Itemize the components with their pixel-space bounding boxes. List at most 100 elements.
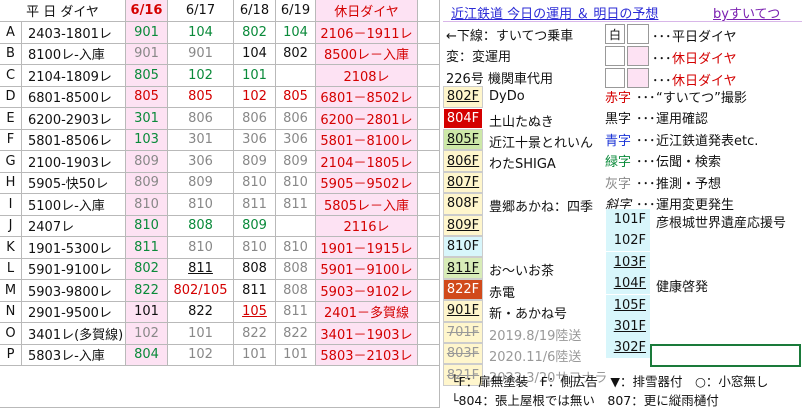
row-day-3[interactable]: 105 (234, 301, 276, 323)
row-day-4[interactable]: 104 (276, 22, 316, 44)
row-day-2[interactable]: 811 (168, 258, 234, 280)
row-day-1[interactable]: 301 (126, 108, 168, 130)
row-holiday[interactable]: 5905－9502レ (316, 172, 418, 194)
small-car-number[interactable]: 101F (606, 209, 650, 230)
row-train[interactable]: 5100レ-入庫 (22, 194, 126, 216)
small-car-number[interactable]: 104F (606, 273, 650, 295)
row-day-3[interactable]: 306 (234, 129, 276, 151)
car-number[interactable]: 901F (443, 300, 483, 322)
car-number[interactable]: 804F (443, 107, 483, 129)
row-day-2[interactable]: 802/105 (168, 280, 234, 302)
small-car-number[interactable]: 103F (606, 251, 650, 273)
row-day-3[interactable]: 810 (234, 172, 276, 194)
row-day-2[interactable]: 810 (168, 237, 234, 259)
car-number[interactable]: 807F (443, 171, 483, 194)
car-number[interactable]: 701F (443, 321, 483, 343)
small-car-number[interactable]: 301F (606, 316, 650, 337)
row-day-3[interactable]: 809 (234, 151, 276, 173)
row-day-3[interactable]: 809 (234, 215, 276, 237)
row-day-2[interactable]: 102 (168, 344, 234, 366)
car-number[interactable]: 803F (443, 343, 483, 365)
header-date-1[interactable]: 6/16 (126, 0, 168, 22)
row-day-3[interactable]: 810 (234, 237, 276, 259)
row-day-4[interactable]: 811 (276, 194, 316, 216)
row-train[interactable]: 2104-1809レ (22, 65, 126, 87)
row-holiday[interactable]: 2116レ (316, 215, 418, 237)
small-car-number[interactable]: 102F (606, 230, 650, 252)
row-holiday[interactable]: 2104－1805レ (316, 151, 418, 173)
car-number[interactable]: 811F (443, 257, 483, 279)
site-byline[interactable]: byすいてつ (713, 3, 780, 22)
row-day-1[interactable]: 822 (126, 280, 168, 302)
row-day-2[interactable]: 810 (168, 194, 234, 216)
row-day-3[interactable]: 811 (234, 280, 276, 302)
row-day-3[interactable]: 101 (234, 344, 276, 366)
row-day-2[interactable]: 805 (168, 86, 234, 108)
row-day-2[interactable]: 101 (168, 323, 234, 345)
row-day-1[interactable]: 810 (126, 194, 168, 216)
row-holiday[interactable]: 2108レ (316, 65, 418, 87)
row-train[interactable]: 5903-9800レ (22, 280, 126, 302)
row-holiday[interactable]: 8500レ－入庫 (316, 43, 418, 65)
row-day-4[interactable]: 810 (276, 237, 316, 259)
row-day-4[interactable]: 822 (276, 323, 316, 345)
row-day-2[interactable]: 822 (168, 301, 234, 323)
row-day-1[interactable]: 103 (126, 129, 168, 151)
row-train[interactable]: 3401レ(多賀線) (22, 323, 126, 345)
row-train[interactable]: 5803レ-入庫 (22, 344, 126, 366)
row-day-4[interactable]: 809 (276, 151, 316, 173)
row-day-2[interactable]: 102 (168, 65, 234, 87)
row-day-2[interactable]: 901 (168, 43, 234, 65)
car-number[interactable]: 802F (443, 86, 483, 108)
car-number[interactable]: 809F (443, 214, 483, 236)
row-holiday[interactable]: 5901－9100レ (316, 258, 418, 280)
row-day-1[interactable]: 805 (126, 86, 168, 108)
row-day-1[interactable]: 809 (126, 151, 168, 173)
row-holiday[interactable]: 6200－2801レ (316, 108, 418, 130)
row-holiday[interactable]: 2401－多賀線 (316, 301, 418, 323)
header-date-3[interactable]: 6/18 (234, 0, 276, 22)
row-day-4[interactable]: 805 (276, 86, 316, 108)
row-day-1[interactable]: 101 (126, 301, 168, 323)
row-train[interactable]: 1901-5300レ (22, 237, 126, 259)
row-holiday[interactable]: 1901－1915レ (316, 237, 418, 259)
row-holiday[interactable]: 6801－8502レ (316, 86, 418, 108)
row-holiday[interactable]: 3401－1903レ (316, 323, 418, 345)
row-day-4[interactable]: 811 (276, 301, 316, 323)
row-day-1[interactable]: 804 (126, 344, 168, 366)
row-day-2[interactable]: 301 (168, 129, 234, 151)
row-day-1[interactable]: 805 (126, 65, 168, 87)
row-day-4[interactable] (276, 215, 316, 237)
row-day-3[interactable]: 822 (234, 323, 276, 345)
row-train[interactable]: 6801-8500レ (22, 86, 126, 108)
row-day-1[interactable]: 809 (126, 172, 168, 194)
row-holiday[interactable]: 5801－8100レ (316, 129, 418, 151)
row-day-4[interactable]: 802 (276, 43, 316, 65)
row-day-3[interactable]: 808 (234, 258, 276, 280)
row-day-2[interactable]: 809 (168, 172, 234, 194)
row-train[interactable]: 5901-9100レ (22, 258, 126, 280)
row-train[interactable]: 2901-9500レ (22, 301, 126, 323)
row-day-2[interactable]: 104 (168, 22, 234, 44)
row-day-3[interactable]: 806 (234, 108, 276, 130)
site-title[interactable]: 近江鉄道 今日の運用 ＆ 明日の予想 (451, 3, 658, 22)
row-holiday[interactable]: 5805レ－入庫 (316, 194, 418, 216)
row-day-1[interactable]: 901 (126, 43, 168, 65)
row-train[interactable]: 5905-快50レ (22, 172, 126, 194)
row-day-3[interactable]: 102 (234, 86, 276, 108)
row-day-2[interactable]: 808 (168, 215, 234, 237)
row-day-4[interactable]: 306 (276, 129, 316, 151)
row-day-4[interactable] (276, 65, 316, 87)
row-train[interactable]: 8100レ-入庫 (22, 43, 126, 65)
row-day-3[interactable]: 811 (234, 194, 276, 216)
row-holiday[interactable]: 5803－2103レ (316, 344, 418, 366)
small-car-number[interactable]: 105F (606, 294, 650, 316)
row-train[interactable]: 2407レ (22, 215, 126, 237)
car-number[interactable]: 806F (443, 150, 483, 172)
row-day-4[interactable]: 808 (276, 280, 316, 302)
row-day-4[interactable]: 806 (276, 108, 316, 130)
row-holiday[interactable]: 5903－9102レ (316, 280, 418, 302)
row-holiday[interactable]: 2106－1911レ (316, 22, 418, 44)
row-day-1[interactable]: 102 (126, 323, 168, 345)
row-day-2[interactable]: 806 (168, 108, 234, 130)
